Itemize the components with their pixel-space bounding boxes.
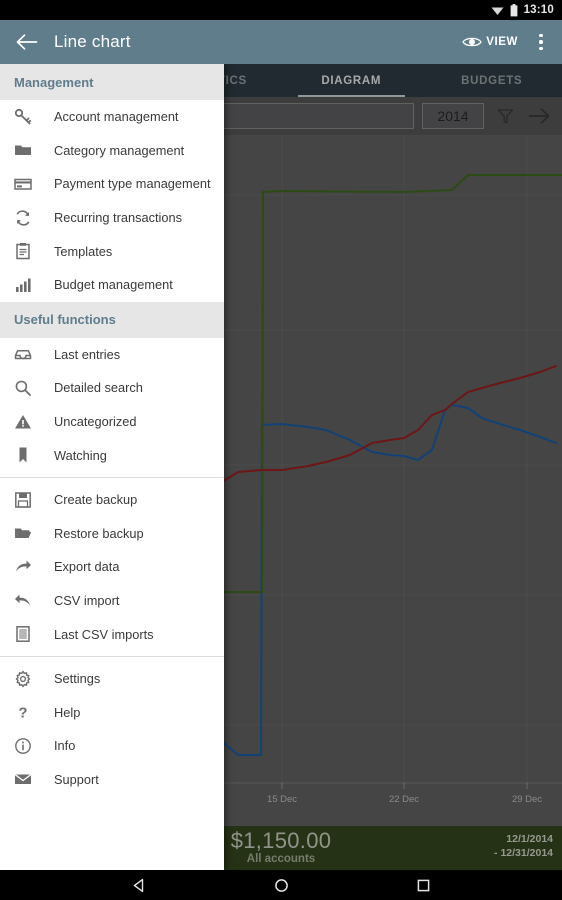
search-icon bbox=[14, 379, 48, 397]
view-label: VIEW bbox=[486, 36, 518, 48]
drawer-item-label: Recurring transactions bbox=[54, 210, 183, 226]
nav-recents-square-icon[interactable] bbox=[406, 870, 440, 900]
drawer-item-last-csv-imports[interactable]: Last CSV imports bbox=[0, 617, 224, 651]
drawer-item-label: Restore backup bbox=[54, 525, 144, 541]
bookmark-icon bbox=[14, 446, 48, 464]
drawer-item-account-management[interactable]: Account management bbox=[0, 100, 224, 134]
drawer-item-restore-backup[interactable]: Restore backup bbox=[0, 516, 224, 551]
drawer-item-label: Detailed search bbox=[54, 380, 143, 396]
inbox-icon bbox=[14, 345, 48, 363]
drawer-item-label: Last entries bbox=[54, 346, 121, 362]
drawer-item-uncategorized[interactable]: Uncategorized bbox=[0, 404, 224, 439]
drawer-section-label: Management bbox=[14, 74, 94, 90]
drawer-item-label: Export data bbox=[54, 559, 120, 575]
drawer-item-label: Support bbox=[54, 771, 99, 787]
drawer-item-last-entries[interactable]: Last entries bbox=[0, 337, 224, 372]
system-navigation-bar bbox=[0, 870, 562, 900]
drawer-divider bbox=[0, 655, 224, 657]
drawer-item-budget-management[interactable]: Budget management bbox=[0, 267, 224, 302]
status-clock: 13:10 bbox=[523, 4, 554, 16]
drawer-item-label: Account management bbox=[54, 109, 179, 125]
overflow-menu-icon[interactable] bbox=[530, 25, 552, 59]
nav-back-triangle-icon[interactable] bbox=[122, 870, 156, 900]
open-folder-icon bbox=[14, 524, 48, 542]
warning-triangle-icon bbox=[14, 413, 48, 431]
gear-icon bbox=[14, 670, 48, 688]
screen-root: 13:10 Line chart VIEW NS STATISTICS DIAG… bbox=[0, 0, 562, 900]
drawer-item-label: CSV import bbox=[54, 593, 120, 609]
bar-chart-icon bbox=[14, 276, 48, 294]
credit-card-icon bbox=[14, 175, 48, 193]
drawer-item-label: Category management bbox=[54, 142, 185, 158]
drawer-item-recurring-transactions[interactable]: Recurring transactions bbox=[0, 200, 224, 235]
drawer-item-label: Templates bbox=[54, 243, 113, 259]
folder-icon bbox=[14, 141, 48, 159]
drawer-item-label: Budget management bbox=[54, 277, 173, 293]
drawer-item-label: Watching bbox=[54, 447, 107, 463]
floppy-disk-icon bbox=[14, 491, 48, 509]
drawer-item-label: Uncategorized bbox=[54, 414, 137, 430]
navigation-drawer: Management Account management Category man… bbox=[0, 64, 224, 870]
nav-home-circle-icon[interactable] bbox=[264, 870, 298, 900]
drawer-item-category-management[interactable]: Category management bbox=[0, 133, 224, 168]
drawer-item-templates[interactable]: Templates bbox=[0, 234, 224, 268]
drawer-item-label: Help bbox=[54, 704, 81, 720]
back-arrow-icon[interactable] bbox=[10, 25, 44, 59]
drawer-item-label: Settings bbox=[54, 671, 101, 687]
drawer-item-detailed-search[interactable]: Detailed search bbox=[0, 371, 224, 405]
drawer-item-payment-type-management[interactable]: Payment type management bbox=[0, 167, 224, 201]
reply-arrow-icon bbox=[14, 592, 48, 610]
drawer-divider bbox=[0, 476, 224, 478]
wifi-icon bbox=[491, 5, 504, 16]
drawer-section-header: Management bbox=[0, 64, 224, 100]
battery-icon bbox=[510, 3, 518, 17]
drawer-item-label: Payment type management bbox=[54, 176, 211, 192]
drawer-section-header: Useful functions bbox=[0, 301, 224, 338]
page-title: Line chart bbox=[54, 32, 131, 51]
drawer-item-info[interactable]: Info bbox=[0, 729, 224, 763]
key-icon bbox=[14, 108, 48, 126]
drawer-item-settings[interactable]: Settings bbox=[0, 661, 224, 696]
drawer-item-help[interactable]: ? Help bbox=[0, 695, 224, 730]
drawer-item-label: Info bbox=[54, 738, 76, 754]
status-bar: 13:10 bbox=[0, 0, 562, 20]
envelope-icon bbox=[14, 770, 48, 788]
refresh-icon bbox=[14, 209, 48, 227]
drawer-item-watching[interactable]: Watching bbox=[0, 438, 224, 472]
drawer-item-export-data[interactable]: Export data bbox=[0, 550, 224, 584]
drawer-item-label: Create backup bbox=[54, 492, 138, 508]
question-mark-icon: ? bbox=[14, 703, 48, 722]
drawer-item-support[interactable]: Support bbox=[0, 762, 224, 797]
share-arrow-icon bbox=[14, 558, 48, 576]
view-button[interactable]: VIEW bbox=[456, 31, 524, 53]
drawer-item-label: Last CSV imports bbox=[54, 626, 154, 642]
eye-icon bbox=[462, 37, 482, 47]
drawer-item-create-backup[interactable]: Create backup bbox=[0, 482, 224, 517]
svg-text:?: ? bbox=[18, 705, 27, 722]
drawer-item-csv-import[interactable]: CSV import bbox=[0, 583, 224, 618]
drawer-section-label: Useful functions bbox=[14, 312, 116, 328]
list-document-icon bbox=[14, 625, 48, 643]
app-bar: Line chart VIEW bbox=[0, 20, 562, 64]
clipboard-icon bbox=[14, 242, 48, 260]
info-circle-icon bbox=[14, 737, 48, 755]
